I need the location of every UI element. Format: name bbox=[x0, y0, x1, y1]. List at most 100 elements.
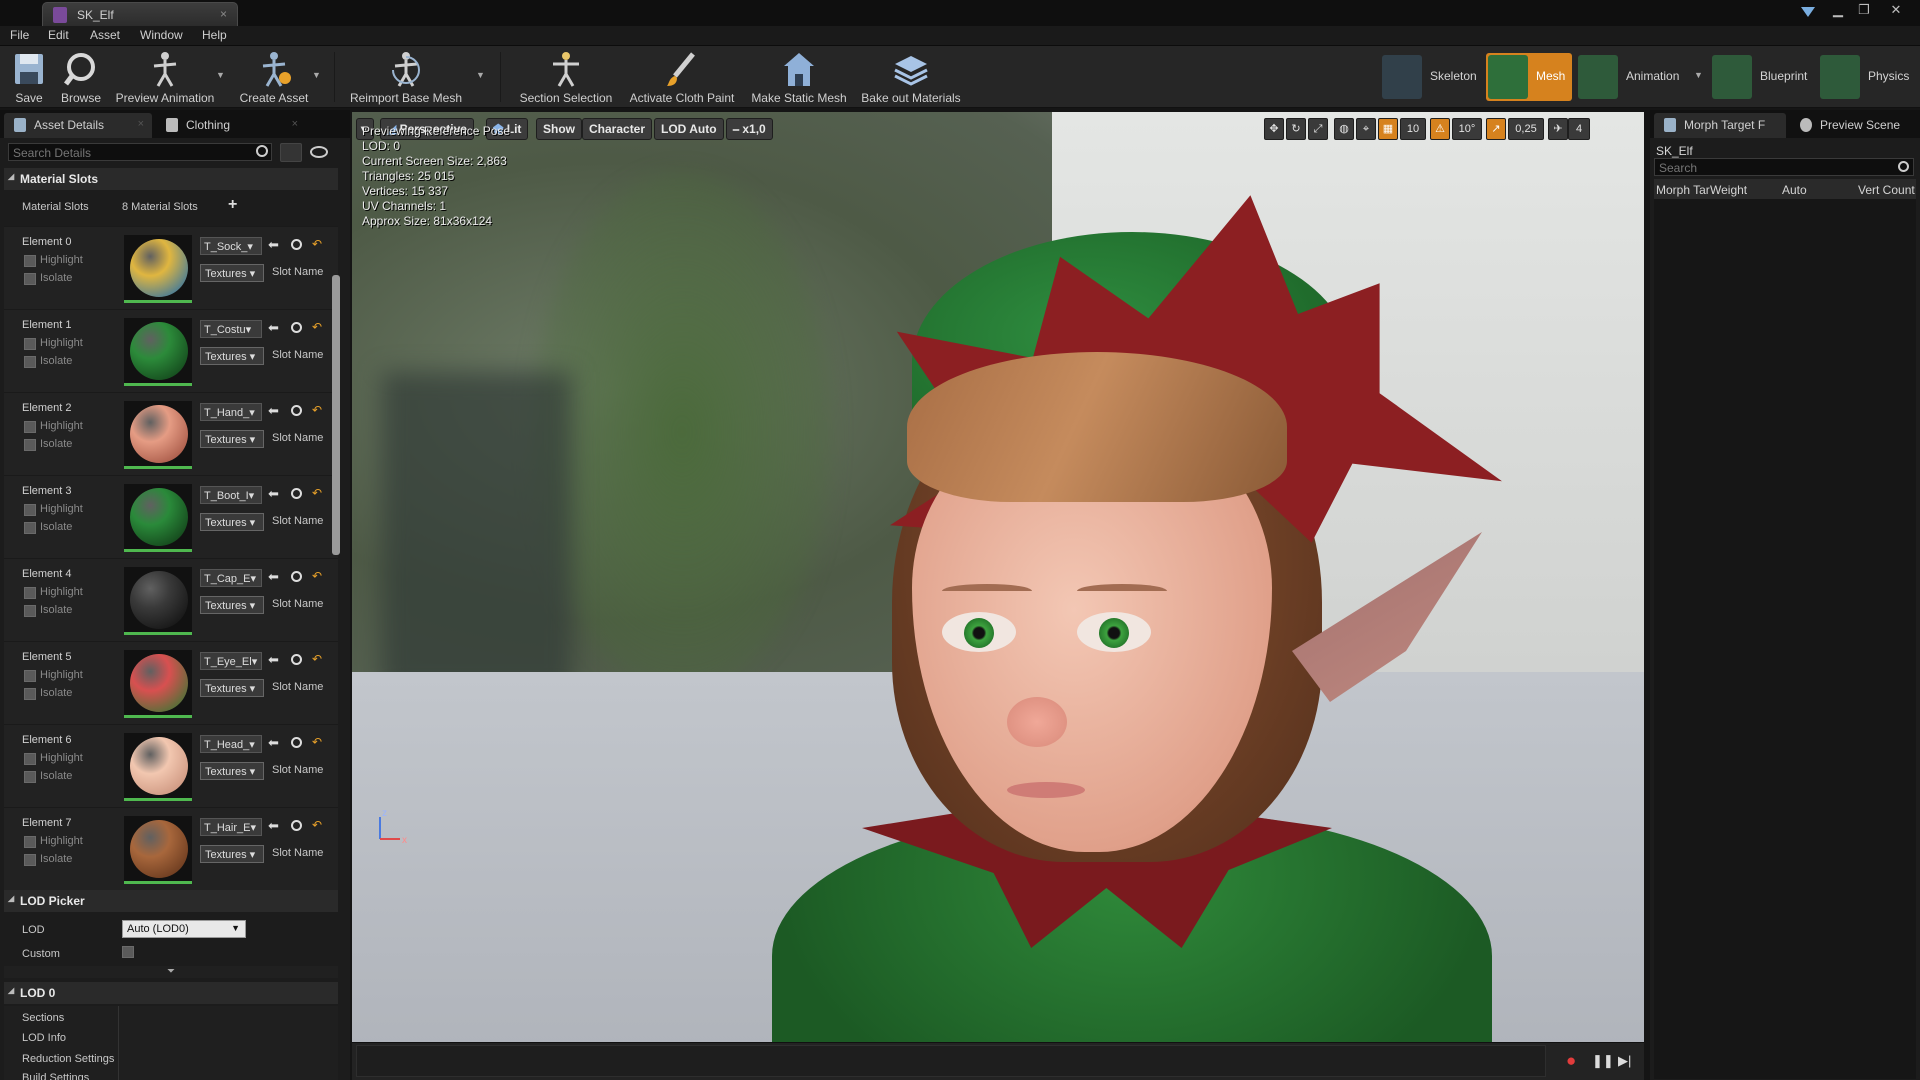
scale-icon[interactable]: ⤢ bbox=[1308, 118, 1328, 140]
list-view-icon[interactable] bbox=[280, 143, 302, 162]
step-forward-button[interactable]: ▶| bbox=[1618, 1053, 1631, 1069]
textures-dropdown[interactable]: Textures ▾ bbox=[200, 762, 264, 780]
category-sections[interactable]: Sections bbox=[22, 1012, 64, 1024]
material-slots-header[interactable]: Material Slots bbox=[4, 168, 338, 190]
world-local-icon[interactable]: ◍ bbox=[1334, 118, 1354, 140]
viewport[interactable]: ▾ ◢ Perspective ⬟ Lit Show Character LOD… bbox=[352, 112, 1644, 1042]
create-asset-dropdown[interactable]: ▼ bbox=[312, 70, 321, 80]
document-tab[interactable]: SK_Elf × bbox=[42, 2, 238, 26]
tab-asset-details[interactable]: Asset Details × bbox=[4, 113, 152, 138]
textures-dropdown[interactable]: Textures ▾ bbox=[200, 596, 264, 614]
material-picker[interactable]: T_Hand_▾ bbox=[200, 403, 262, 421]
highlight-checkbox[interactable] bbox=[24, 587, 36, 599]
textures-dropdown[interactable]: Textures ▾ bbox=[200, 430, 264, 448]
material-thumbnail[interactable] bbox=[124, 733, 192, 801]
reset-icon[interactable]: ↶ bbox=[312, 735, 322, 749]
isolate-checkbox[interactable] bbox=[24, 688, 36, 700]
category-lod-info[interactable]: LOD Info bbox=[22, 1032, 66, 1044]
lod-select[interactable]: Auto (LOD0) ▼ bbox=[122, 920, 246, 938]
highlight-checkbox[interactable] bbox=[24, 836, 36, 848]
timeline-track[interactable] bbox=[356, 1045, 1546, 1077]
browse-search-icon[interactable] bbox=[291, 654, 302, 665]
browse-button[interactable]: Browse bbox=[56, 46, 106, 108]
show-button[interactable]: Show bbox=[536, 118, 582, 140]
isolate-checkbox[interactable] bbox=[24, 771, 36, 783]
section-selection-button[interactable]: Section Selection bbox=[512, 46, 620, 108]
highlight-checkbox[interactable] bbox=[24, 255, 36, 267]
translate-icon[interactable]: ✥ bbox=[1264, 118, 1284, 140]
material-thumbnail[interactable] bbox=[124, 401, 192, 469]
highlight-checkbox[interactable] bbox=[24, 670, 36, 682]
browse-search-icon[interactable] bbox=[291, 737, 302, 748]
category-build-settings[interactable]: Build Settings bbox=[22, 1072, 89, 1080]
bake-out-materials-button[interactable]: Bake out Materials bbox=[856, 46, 966, 108]
menu-asset[interactable]: Asset bbox=[90, 28, 120, 42]
use-selected-arrow-icon[interactable]: ⬅ bbox=[268, 569, 279, 585]
isolate-checkbox[interactable] bbox=[24, 356, 36, 368]
create-asset-button[interactable]: Create Asset bbox=[232, 46, 316, 108]
use-selected-arrow-icon[interactable]: ⬅ bbox=[268, 403, 279, 419]
use-selected-arrow-icon[interactable]: ⬅ bbox=[268, 652, 279, 668]
browse-search-icon[interactable] bbox=[291, 488, 302, 499]
material-thumbnail[interactable] bbox=[124, 567, 192, 635]
textures-dropdown[interactable]: Textures ▾ bbox=[200, 513, 264, 531]
menu-help[interactable]: Help bbox=[202, 28, 227, 42]
lod0-header[interactable]: LOD 0 bbox=[4, 982, 338, 1004]
highlight-checkbox[interactable] bbox=[24, 753, 36, 765]
use-selected-arrow-icon[interactable]: ⬅ bbox=[268, 237, 279, 253]
playback-speed-button[interactable]: ⎯ x1,0 bbox=[726, 118, 773, 140]
material-picker[interactable]: T_Sock_▾ bbox=[200, 237, 262, 255]
reset-icon[interactable]: ↶ bbox=[312, 569, 322, 583]
highlight-checkbox[interactable] bbox=[24, 421, 36, 433]
textures-dropdown[interactable]: Textures ▾ bbox=[200, 679, 264, 697]
make-static-mesh-button[interactable]: Make Static Mesh bbox=[746, 46, 852, 108]
surface-snap-icon[interactable]: ⌖ bbox=[1356, 118, 1376, 140]
use-selected-arrow-icon[interactable]: ⬅ bbox=[268, 735, 279, 751]
search-icon[interactable] bbox=[1898, 161, 1909, 172]
highlight-checkbox[interactable] bbox=[24, 338, 36, 350]
angle-snap-icon[interactable]: ⚠ bbox=[1430, 118, 1450, 140]
material-picker[interactable]: T_Boot_I▾ bbox=[200, 486, 262, 504]
category-reduction-settings[interactable]: Reduction Settings bbox=[22, 1053, 114, 1065]
preview-animation-button[interactable]: Preview Animation bbox=[110, 46, 220, 108]
mesh-mode-button[interactable]: Mesh bbox=[1486, 53, 1572, 101]
isolate-checkbox[interactable] bbox=[24, 605, 36, 617]
scale-snap-icon[interactable]: ↗ bbox=[1486, 118, 1506, 140]
reimport-dropdown[interactable]: ▼ bbox=[476, 70, 485, 80]
isolate-checkbox[interactable] bbox=[24, 273, 36, 285]
browse-search-icon[interactable] bbox=[291, 239, 302, 250]
material-picker[interactable]: T_Hair_E▾ bbox=[200, 818, 262, 836]
use-selected-arrow-icon[interactable]: ⬅ bbox=[268, 818, 279, 834]
details-scrollbar[interactable] bbox=[332, 275, 340, 555]
material-thumbnail[interactable] bbox=[124, 816, 192, 884]
preview-animation-dropdown[interactable]: ▼ bbox=[216, 70, 225, 80]
menu-file[interactable]: File bbox=[10, 28, 29, 42]
material-picker[interactable]: T_Costu▾ bbox=[200, 320, 262, 338]
column-auto[interactable]: Auto bbox=[1782, 183, 1807, 197]
isolate-checkbox[interactable] bbox=[24, 854, 36, 866]
restore-button[interactable]: ❐ bbox=[1852, 2, 1876, 20]
material-picker[interactable]: T_Cap_E▾ bbox=[200, 569, 262, 587]
material-picker[interactable]: T_Head_▾ bbox=[200, 735, 262, 753]
column-vert-count[interactable]: Vert Count bbox=[1858, 183, 1915, 197]
reimport-base-mesh-button[interactable]: Reimport Base Mesh bbox=[346, 46, 466, 108]
browse-search-icon[interactable] bbox=[291, 571, 302, 582]
activate-cloth-paint-button[interactable]: Activate Cloth Paint bbox=[624, 46, 740, 108]
material-thumbnail[interactable] bbox=[124, 235, 192, 303]
browse-search-icon[interactable] bbox=[291, 820, 302, 831]
close-tab-icon[interactable]: × bbox=[138, 118, 144, 130]
material-thumbnail[interactable] bbox=[124, 484, 192, 552]
tab-preview-scene[interactable]: Preview Scene bbox=[1790, 113, 1916, 138]
use-selected-arrow-icon[interactable]: ⬅ bbox=[268, 486, 279, 502]
textures-dropdown[interactable]: Textures ▾ bbox=[200, 264, 264, 282]
skeleton-mode-button[interactable]: Skeleton bbox=[1380, 53, 1480, 101]
reset-icon[interactable]: ↶ bbox=[312, 818, 322, 832]
isolate-checkbox[interactable] bbox=[24, 439, 36, 451]
physics-mode-button[interactable]: Physics bbox=[1818, 53, 1918, 101]
close-tab-icon[interactable]: × bbox=[220, 7, 227, 21]
morph-search-input[interactable] bbox=[1654, 158, 1914, 176]
use-selected-arrow-icon[interactable]: ⬅ bbox=[268, 320, 279, 336]
textures-dropdown[interactable]: Textures ▾ bbox=[200, 347, 264, 365]
reset-icon[interactable]: ↶ bbox=[312, 237, 322, 251]
notification-icon[interactable] bbox=[1800, 4, 1816, 18]
